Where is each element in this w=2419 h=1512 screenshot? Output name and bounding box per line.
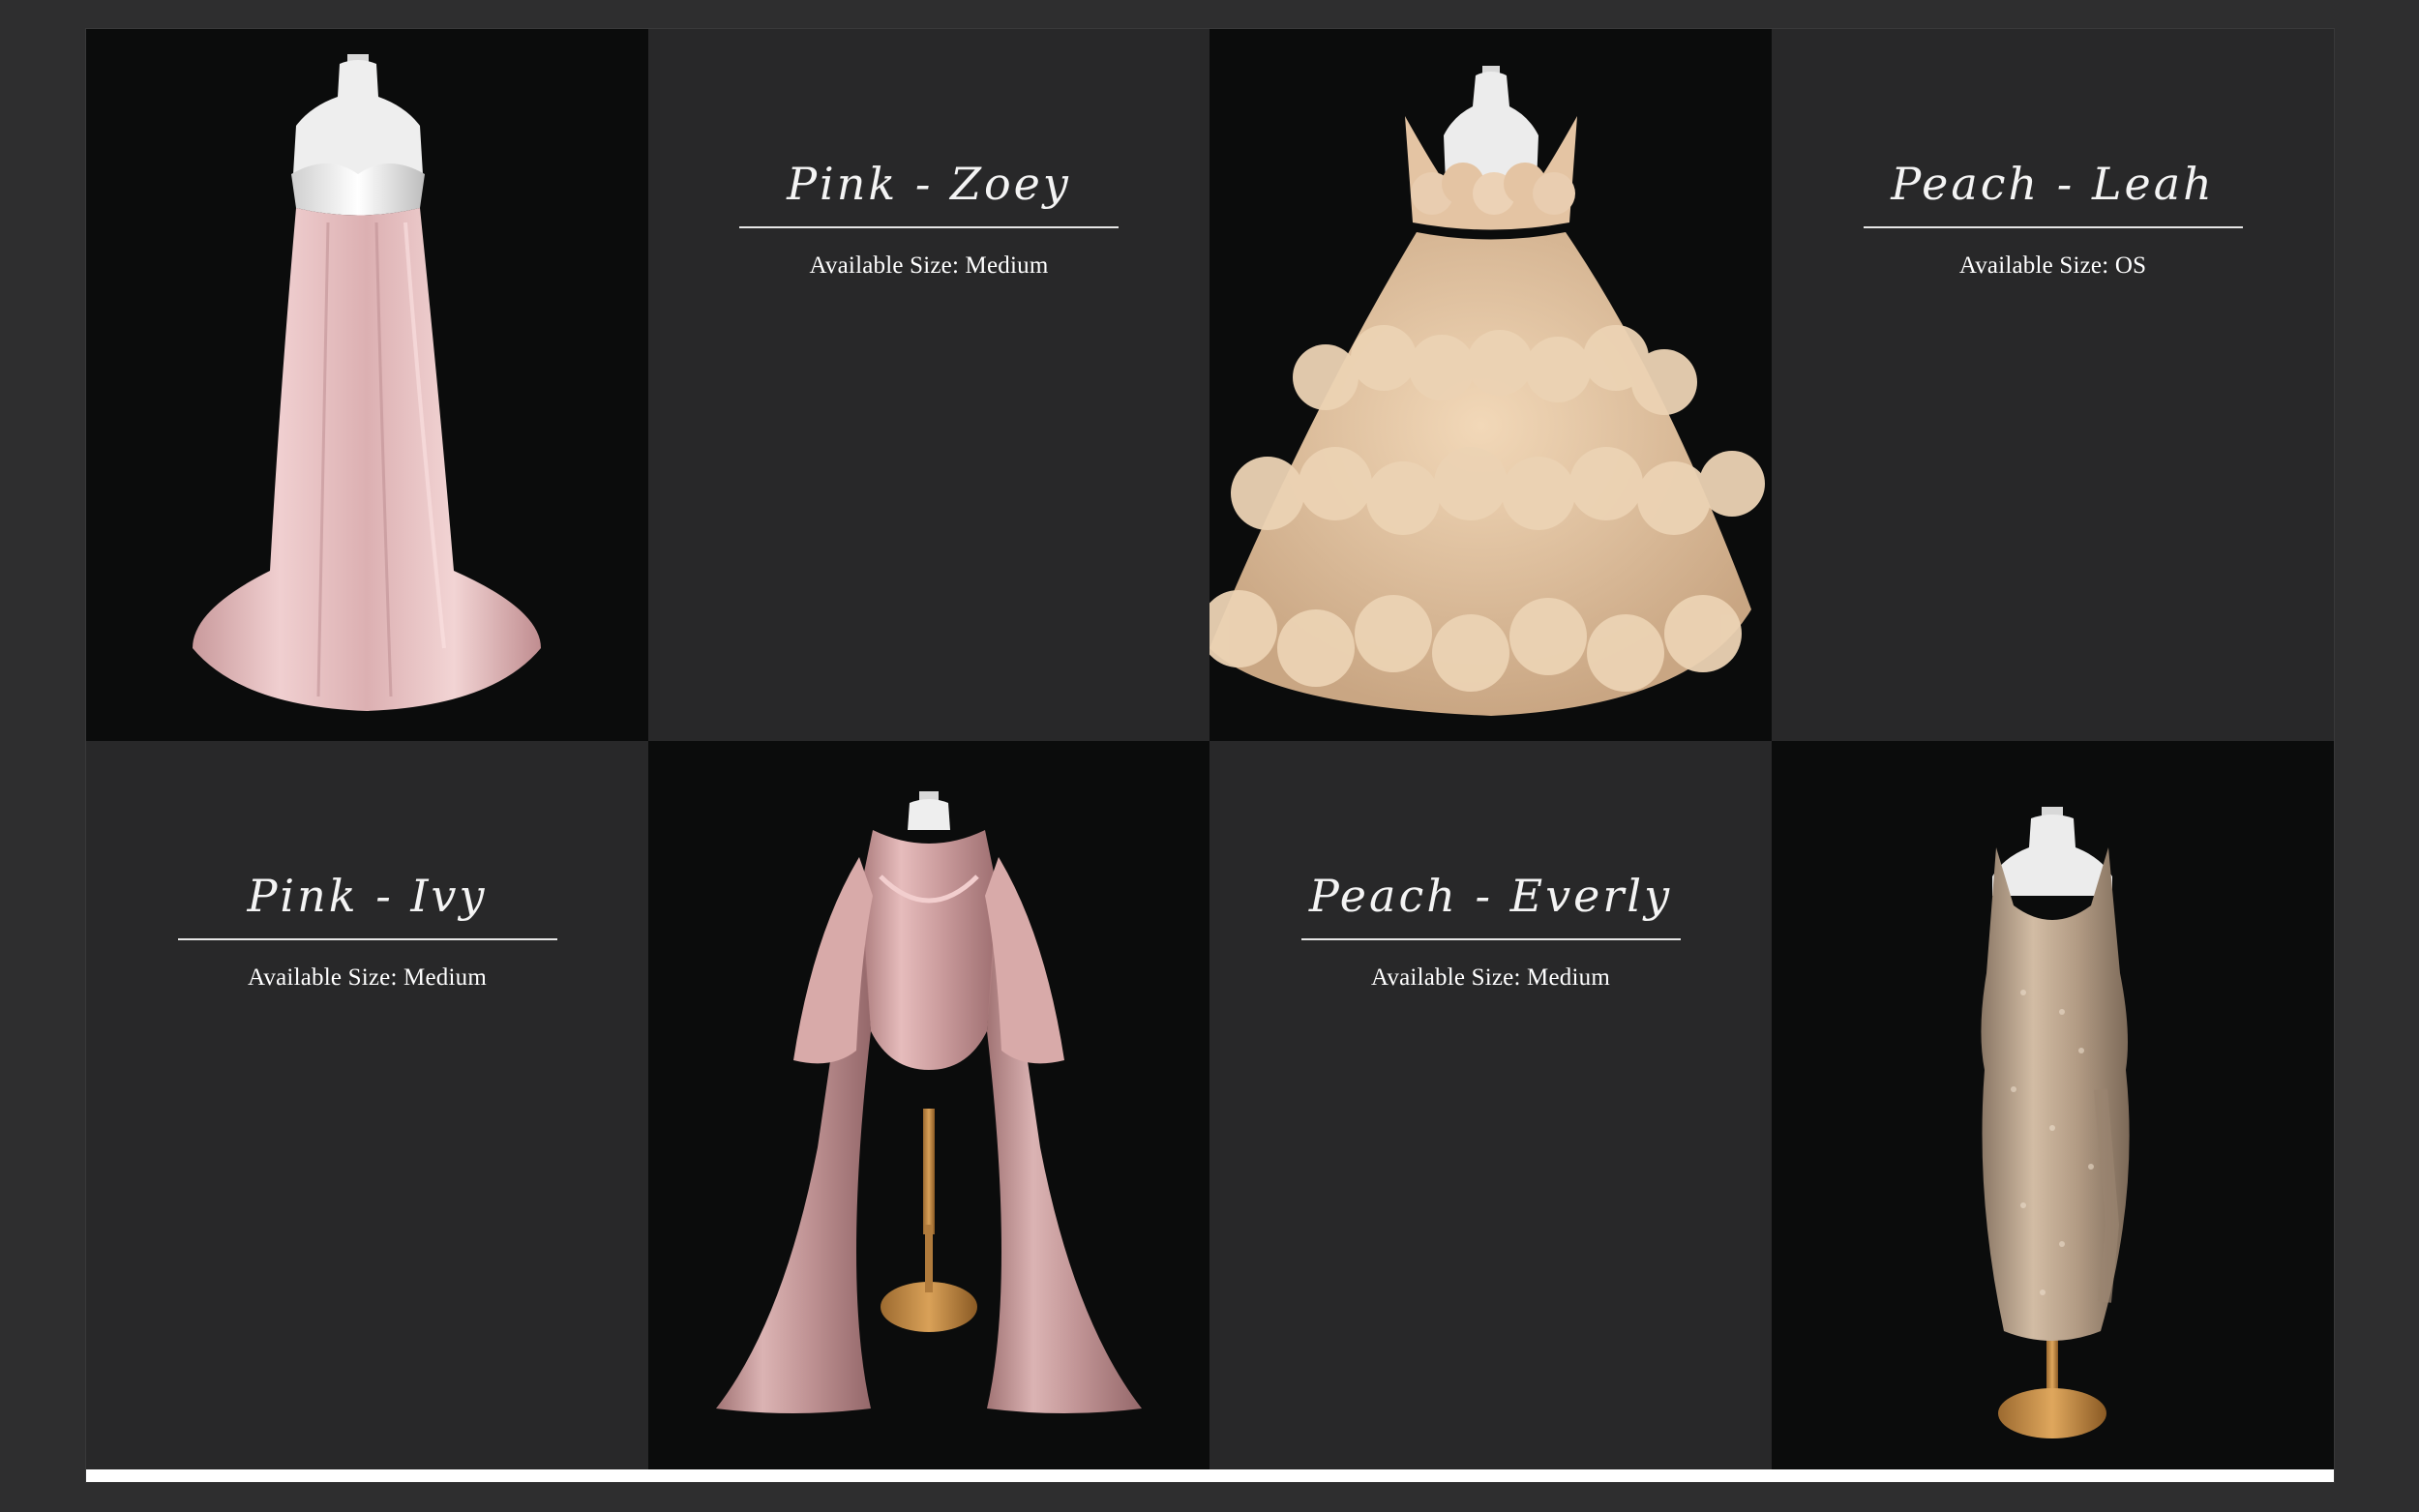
available-size-text: Available Size: OS [1958,252,2147,279]
product-photo-pink-zoey[interactable] [86,29,648,741]
product-card-pink-zoey[interactable]: Pink - Zoey Available Size: Medium [648,29,1210,741]
available-size-text: Available Size: Medium [248,964,487,991]
available-size-text: Available Size: Medium [1371,964,1610,991]
product-grid: Pink - Zoey Available Size: Medium Peach… [86,29,2334,1469]
product-title[interactable]: Pink - Ivy [86,859,648,933]
peach-ruffled-gown-image [1210,66,1765,716]
product-card-peach-leah[interactable]: Peach - Leah Available Size: OS [1772,29,2334,741]
product-photo-peach-leah[interactable] [1210,29,1772,741]
product-photo-pink-ivy[interactable] [648,741,1210,1469]
product-card-peach-everly[interactable]: Peach - Everly Available Size: Medium [1210,741,1772,1469]
title-divider [1863,226,2243,228]
product-photo-peach-everly[interactable] [1772,741,2334,1469]
product-card-pink-ivy[interactable]: Pink - Ivy Available Size: Medium [86,741,648,1469]
product-title[interactable]: Peach - Leah [1772,147,2334,221]
pink-satin-bodysuit-gown-image [716,791,1142,1413]
product-catalog-page: Pink - Zoey Available Size: Medium Peach… [85,28,2335,1483]
champagne-sequin-dress-image [1981,807,2130,1438]
footer-divider-strip [86,1469,2334,1482]
title-divider [739,226,1119,228]
available-size-text: Available Size: Medium [809,252,1049,279]
product-title[interactable]: Peach - Everly [1210,859,1772,933]
title-divider [1300,938,1681,940]
pink-gown-image [193,54,541,711]
product-title[interactable]: Pink - Zoey [648,147,1210,221]
title-divider [177,938,557,940]
